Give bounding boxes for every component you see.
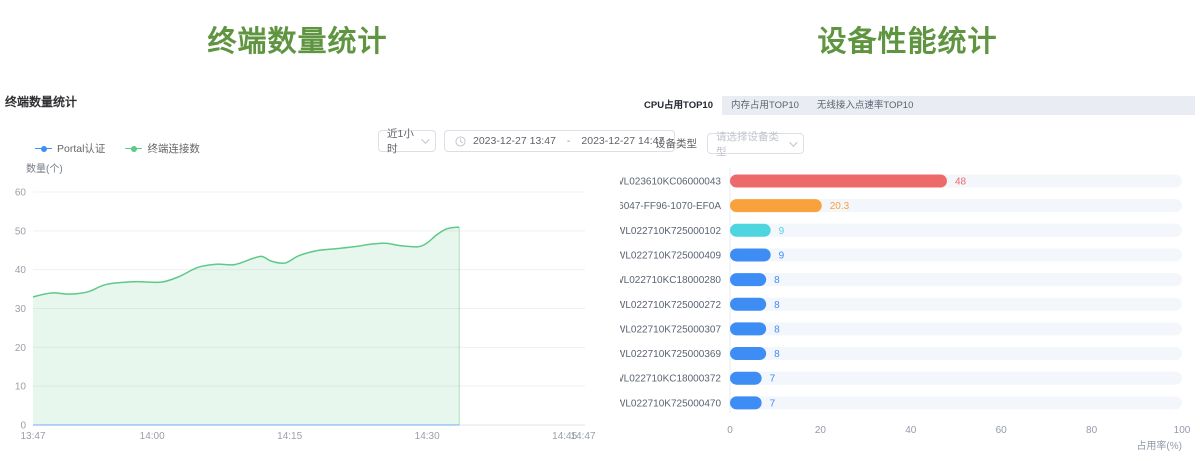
y-tick-label: 0	[20, 421, 26, 432]
date-separator: -	[563, 135, 575, 147]
bar-category-label: WL022710K725000307	[620, 324, 721, 335]
bar-value-label: 9	[779, 226, 785, 237]
date-range-picker[interactable]: 2023-12-27 13:47 - 2023-12-27 14:47	[444, 130, 675, 152]
y-tick-label: 40	[15, 265, 27, 276]
legend-label: 终端连接数	[147, 141, 200, 156]
bar-category-label: WL022710K725000272	[620, 300, 721, 311]
y-tick-label: 10	[15, 382, 27, 393]
device-type-label: 设备类型	[655, 136, 697, 151]
date-start: 2023-12-27 13:47	[473, 135, 556, 147]
chevron-down-icon	[789, 138, 797, 146]
bar	[730, 224, 771, 237]
device-type-select[interactable]: 请选择设备类型	[707, 133, 804, 154]
bar-category-label: 6047-FF96-1070-EF0A	[620, 201, 721, 212]
x-tick-label: 14:47	[570, 431, 595, 442]
bar	[730, 322, 766, 335]
y-tick-label: 20	[15, 343, 27, 354]
device-type-placeholder: 请选择设备类型	[716, 129, 783, 159]
bar-track	[730, 224, 1182, 237]
tab-1[interactable]: 内存占用TOP10	[722, 96, 808, 115]
x-tick-label: 13:47	[20, 431, 45, 442]
bar-value-label: 48	[955, 177, 967, 188]
x-axis-title: 占用率(%)	[1136, 439, 1182, 452]
bar-value-label: 8	[774, 275, 780, 286]
left-section-title: 终端数量统计	[0, 18, 595, 60]
bar-category-label: WL022710K725000102	[620, 226, 721, 237]
bar	[730, 248, 771, 261]
bar	[730, 273, 766, 286]
terminal-count-line-chart: 0 10 20 30 40 50 60 数量(个) 13:47 14:00 14:15 14:30 14…	[0, 160, 620, 456]
y-axis-title: 数量(个)	[26, 162, 63, 175]
y-tick-label: 30	[15, 304, 27, 315]
y-tick-label: 60	[15, 188, 27, 199]
time-range-select[interactable]: 近1小时	[378, 130, 436, 152]
bar	[730, 396, 762, 409]
legend-label: Portal认证	[57, 141, 105, 156]
bar-value-label: 9	[779, 250, 785, 261]
legend-item-1[interactable]: 终端连接数	[125, 141, 200, 156]
x-tick-label: 80	[1086, 425, 1098, 436]
legend-marker-icon	[35, 145, 52, 152]
bar-category-label: WL022710K725000470	[620, 398, 721, 409]
bar-value-label: 8	[774, 324, 780, 335]
chevron-down-icon	[421, 135, 429, 143]
bar-category-label: WL022710K725000369	[620, 349, 721, 360]
bar	[730, 175, 947, 188]
bar	[730, 199, 822, 212]
bar-value-label: 20.3	[830, 201, 850, 212]
performance-tabs: CPU占用TOP10内存占用TOP10无线接入点速率TOP10	[635, 96, 1195, 115]
bar-track	[730, 248, 1182, 261]
x-tick-label: 100	[1174, 425, 1191, 436]
time-range-value: 近1小时	[387, 126, 415, 156]
bar-track	[730, 396, 1182, 409]
clock-icon	[455, 136, 466, 147]
y-tick-label: 50	[15, 226, 27, 237]
bar-category-label: WL022710KC18000280	[620, 275, 721, 286]
bar-value-label: 7	[770, 398, 776, 409]
x-tick-label: 14:30	[415, 431, 440, 442]
bar	[730, 372, 762, 385]
bar-category-label: WL022710KC18000372	[620, 374, 721, 385]
x-tick-label: 14:00	[140, 431, 165, 442]
bar-category-label: WL022710K725000409	[620, 250, 721, 261]
area-fill	[33, 227, 459, 425]
bar-track	[730, 347, 1182, 360]
bar-category-label: WL023610KC06000043	[620, 177, 721, 188]
bar-value-label: 8	[774, 300, 780, 311]
device-type-filter: 设备类型 请选择设备类型	[655, 133, 804, 154]
legend-item-0[interactable]: Portal认证	[35, 141, 105, 156]
bar-track	[730, 322, 1182, 335]
tab-2[interactable]: 无线接入点速率TOP10	[808, 96, 922, 115]
x-tick-label: 60	[996, 425, 1008, 436]
left-card-title: 终端数量统计	[5, 93, 77, 110]
x-tick-label: 0	[727, 425, 733, 436]
bar-value-label: 7	[770, 374, 776, 385]
legend-marker-icon	[125, 145, 142, 152]
right-section-title: 设备性能统计	[620, 18, 1195, 60]
bar-track	[730, 298, 1182, 311]
x-tick-label: 20	[815, 425, 827, 436]
date-end: 2023-12-27 14:47	[581, 135, 664, 147]
x-tick-label: 14:15	[277, 431, 302, 442]
chart-legend: Portal认证 终端连接数	[35, 141, 200, 156]
bar-track	[730, 273, 1182, 286]
bar	[730, 347, 766, 360]
left-chart-controls: 近1小时 2023-12-27 13:47 - 2023-12-27 14:47	[378, 130, 675, 152]
bar-value-label: 8	[774, 349, 780, 360]
bar-track	[730, 372, 1182, 385]
x-tick-label: 40	[905, 425, 917, 436]
tab-0[interactable]: CPU占用TOP10	[635, 96, 722, 115]
bar	[730, 298, 766, 311]
cpu-top10-bar-chart: WL023610KC06000043 48 6047-FF96-1070-EF0A 2…	[620, 160, 1200, 456]
